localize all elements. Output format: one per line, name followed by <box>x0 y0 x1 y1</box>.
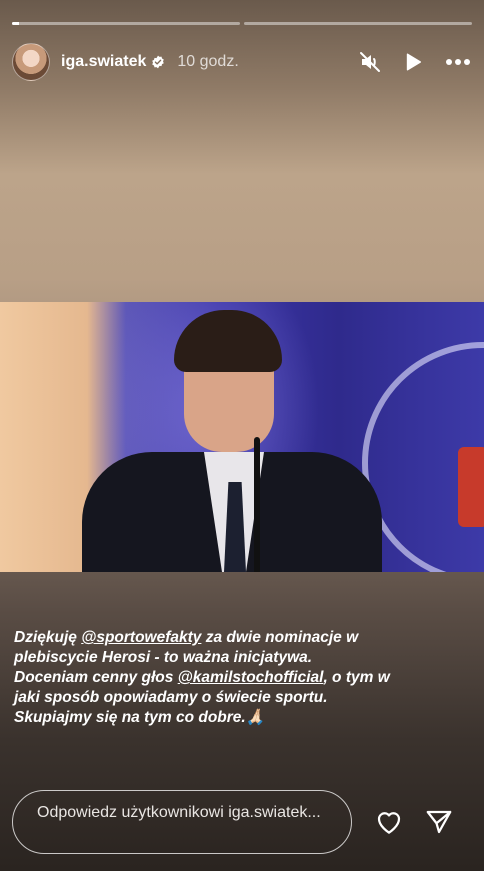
verified-badge-icon <box>152 55 165 69</box>
progress-fill <box>12 22 19 25</box>
heart-icon[interactable] <box>373 807 405 837</box>
praying-hands-emoji: 🙏🏻 <box>245 709 266 726</box>
caption-text: , o tym w <box>323 669 390 686</box>
caption-line: jaki sposób opowiadamy o świecie sportu. <box>14 689 328 706</box>
caption-line: plebiscycie Herosi - to ważna inicjatywa… <box>14 649 313 666</box>
story-progress <box>12 22 472 25</box>
story-header: iga.swiatek 10 godz. <box>12 42 472 82</box>
story-caption: Dziękuję @sportowefakty za dwie nominacj… <box>14 628 474 728</box>
post-time: 10 godz. <box>177 53 239 70</box>
microphone <box>254 437 260 572</box>
muted-speaker-icon[interactable] <box>358 50 382 74</box>
progress-segment <box>244 22 472 25</box>
avatar[interactable] <box>12 43 50 81</box>
more-icon[interactable] <box>444 50 472 74</box>
mention-sportowefakty[interactable]: @sportowefakty <box>81 629 201 646</box>
send-icon[interactable] <box>423 807 455 837</box>
caption-text: Doceniam cenny głos <box>14 669 178 686</box>
progress-segment <box>12 22 240 25</box>
reply-input[interactable]: Odpowiedz użytkownikowi iga.swiatek... <box>12 790 352 854</box>
stage-logo-red <box>458 447 484 527</box>
story-viewer: iga.swiatek 10 godz. Dziękuję @sportowef… <box>0 0 484 871</box>
caption-line: Skupiajmy się na tym co dobre. <box>14 709 246 726</box>
caption-text: za dwie nominacje w <box>201 629 359 646</box>
username[interactable]: iga.swiatek <box>61 53 146 71</box>
caption-text: Dziękuję <box>14 629 82 646</box>
mention-kamilstochofficial[interactable]: @kamilstochofficial <box>178 669 324 686</box>
story-video[interactable] <box>0 302 484 572</box>
play-icon[interactable] <box>402 51 424 73</box>
